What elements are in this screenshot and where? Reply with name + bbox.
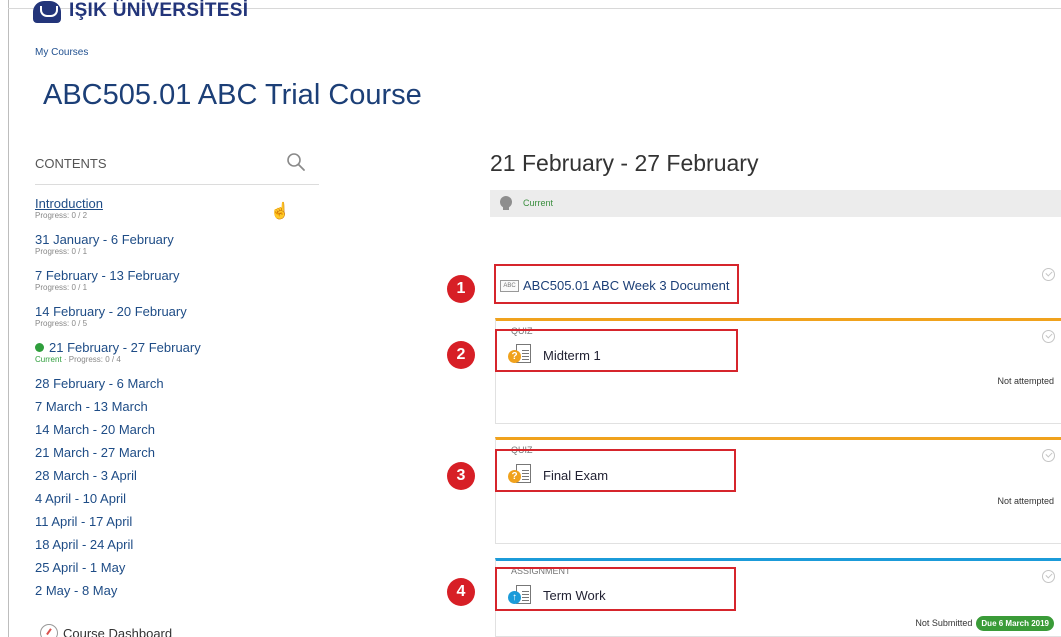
toc-item-week[interactable]: 21 March - 27 March [35, 445, 155, 460]
toc-item-label: 7 February - 13 February [35, 268, 180, 283]
current-indicator-icon [35, 343, 44, 352]
toc-item-week[interactable]: 7 February - 13 February Progress: 0 / 1 [35, 268, 180, 292]
annotation-number-3: 3 [447, 462, 475, 490]
toc-item-week[interactable]: 14 February - 20 February Progress: 0 / … [35, 304, 187, 328]
toc-item-week[interactable]: 28 February - 6 March [35, 376, 164, 391]
toc-item-week[interactable]: 2 May - 8 May [35, 583, 117, 598]
course-dashboard-label: Course Dashboard [63, 625, 173, 637]
toc-item-current-week[interactable]: 21 February - 27 February Current · Prog… [35, 340, 201, 364]
section-title: 21 February - 27 February [490, 150, 759, 176]
university-logo[interactable]: IŞIK ÜNİVERSİTESİ [33, 0, 249, 29]
toc-item-label: 28 March - 3 April [35, 468, 137, 483]
search-icon[interactable] [286, 152, 306, 172]
current-banner: Current [490, 190, 1061, 217]
toc-item-week[interactable]: 11 April - 17 April [35, 514, 132, 529]
toc-item-label: 21 February - 27 February [49, 340, 201, 355]
toc-item-progress: Progress: 0 / 5 [35, 319, 88, 328]
highlight-box-4 [495, 567, 736, 611]
highlight-box-2 [495, 329, 738, 372]
toc-item-label: 7 March - 13 March [35, 399, 148, 414]
annotation-number-4: 4 [447, 578, 475, 606]
toc-item-current-tag: Current [35, 355, 62, 364]
toc-item-progress: Progress: 0 / 1 [35, 247, 88, 256]
assignment-status: Not Submitted Due 6 March 2019 [915, 616, 1054, 631]
annotation-number-2: 2 [447, 341, 475, 369]
window-left-border [8, 0, 9, 637]
submission-status: Not Submitted [915, 618, 973, 628]
hand-cursor-icon: ☝ [270, 203, 290, 220]
toc-item-label: 11 April - 17 April [35, 514, 133, 529]
course-dashboard-link[interactable]: Course Dashboard [40, 624, 172, 637]
toc-item-week[interactable]: 25 April - 1 May [35, 560, 125, 575]
dashboard-gauge-icon [40, 624, 58, 637]
page-title: ABC505.01 ABC Trial Course [43, 79, 422, 111]
lightbulb-icon [500, 196, 512, 210]
toc-item-week[interactable]: 14 March - 20 March [35, 422, 155, 437]
toc-item-label: 25 April - 1 May [35, 560, 126, 575]
completion-check-icon[interactable] [1042, 268, 1055, 281]
toc-item-week[interactable]: 4 April - 10 April [35, 491, 126, 506]
toc-item-label: 4 April - 10 April [35, 491, 127, 506]
quiz-status: Not attempted [997, 496, 1054, 506]
completion-check-icon[interactable] [1042, 449, 1055, 462]
quiz-status: Not attempted [997, 376, 1054, 386]
toc-item-label: 21 March - 27 March [35, 445, 155, 460]
toc-item-label: 14 February - 20 February [35, 304, 187, 319]
highlight-box-3 [495, 449, 736, 492]
toc-item-label: 2 May - 8 May [35, 583, 118, 598]
completion-check-icon[interactable] [1042, 330, 1055, 343]
toc-item-week[interactable]: 31 January - 6 February Progress: 0 / 1 [35, 232, 174, 256]
toc-item-week[interactable]: 28 March - 3 April [35, 468, 137, 483]
toc-item-label: 14 March - 20 March [35, 422, 155, 437]
toc-item-label: Introduction [35, 196, 103, 211]
toc-item-label: 18 April - 24 April [35, 537, 134, 552]
toc-item-progress: Progress: 0 / 1 [35, 283, 88, 292]
current-label: Current [523, 198, 554, 208]
contents-divider [35, 184, 319, 185]
toc-item-label: 31 January - 6 February [35, 232, 174, 247]
toc-item-introduction[interactable]: Introduction Progress: 0 / 2 [35, 196, 103, 220]
university-emblem-icon [33, 1, 61, 23]
toc-item-label: 28 February - 6 March [35, 376, 164, 391]
toc-item-week[interactable]: 18 April - 24 April [35, 537, 133, 552]
contents-heading: CONTENTS [35, 156, 107, 171]
completion-check-icon[interactable] [1042, 570, 1055, 583]
toc-item-week[interactable]: 7 March - 13 March [35, 399, 148, 414]
university-name: IŞIK ÜNİVERSİTESİ [69, 0, 249, 21]
toc-item-progress: Progress: 0 / 2 [35, 211, 88, 220]
due-date-badge: Due 6 March 2019 [976, 616, 1054, 631]
toc-item-progress: Progress: 0 / 4 [68, 355, 121, 364]
toc-item-separator: · [61, 355, 69, 364]
highlight-box-1 [494, 264, 739, 304]
breadcrumb-my-courses[interactable]: My Courses [35, 47, 88, 58]
annotation-number-1: 1 [447, 275, 475, 303]
